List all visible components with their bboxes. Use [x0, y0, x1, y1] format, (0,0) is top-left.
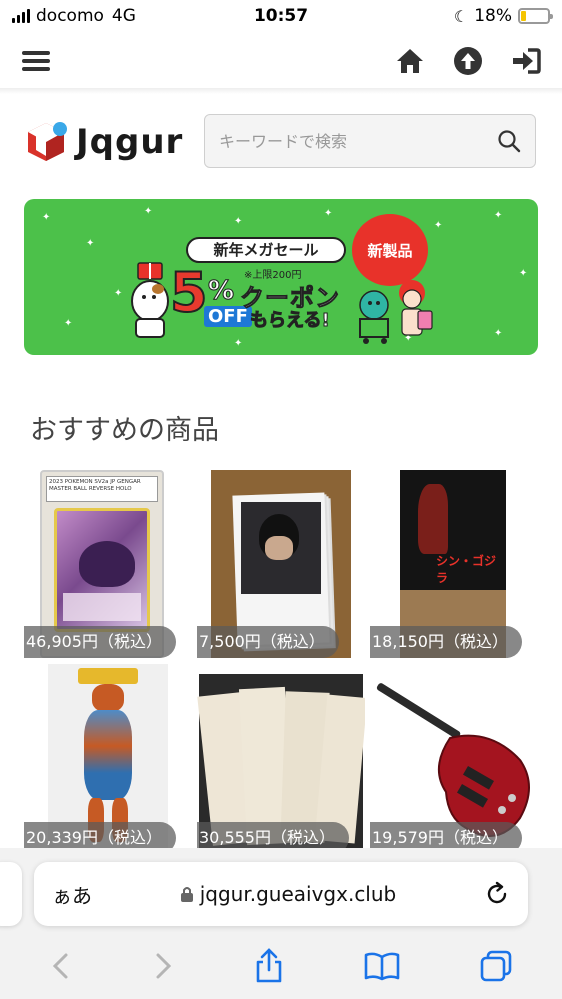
- tabs-icon[interactable]: [479, 949, 513, 983]
- cube-logo-icon: [28, 122, 67, 161]
- url-text: jqgur.gueaivgx.club: [199, 882, 397, 906]
- home-icon[interactable]: [394, 45, 426, 77]
- search-box[interactable]: [204, 114, 536, 168]
- banner-sale-tag: 新年メガセール: [186, 237, 346, 263]
- battery-percent: 18%: [474, 6, 512, 26]
- browser-toolbar: [0, 940, 562, 992]
- banner-discount-number: 5: [169, 261, 209, 324]
- forward-icon[interactable]: [151, 951, 175, 981]
- product-card[interactable]: 2023 POKEMON SV2a JP GENGAR MASTER BALL …: [24, 466, 192, 658]
- menu-icon[interactable]: [20, 45, 52, 77]
- banner-percent: %: [207, 276, 235, 307]
- search-input[interactable]: [219, 131, 497, 151]
- moon-icon: ☾: [453, 6, 469, 26]
- product-grid: 2023 POKEMON SV2a JP GENGAR MASTER BALL …: [24, 466, 538, 856]
- logo-text: Jqgur: [76, 122, 184, 162]
- banner-get-label: もらえる!: [250, 310, 331, 332]
- previous-tab-preview[interactable]: [0, 862, 22, 926]
- section-title: おすすめの商品: [30, 415, 219, 446]
- status-bar: docomo 4G 10:57 ☾ 18%: [0, 0, 562, 32]
- new-product-badge: 新製品: [352, 214, 428, 286]
- share-icon[interactable]: [253, 948, 285, 984]
- product-card[interactable]: 20,339円（税込）: [24, 662, 192, 854]
- bookmarks-icon[interactable]: [363, 951, 401, 981]
- product-price: 46,905円（税込）: [24, 626, 176, 658]
- login-icon[interactable]: [510, 45, 542, 77]
- product-price: 18,150円（税込）: [370, 626, 522, 658]
- signal-icon: [12, 9, 30, 23]
- upload-icon[interactable]: [452, 45, 484, 77]
- product-card[interactable]: 19,579円（税込）: [370, 662, 538, 854]
- product-price: 7,500円（税込）: [197, 626, 339, 658]
- reload-icon[interactable]: [484, 881, 510, 907]
- search-icon[interactable]: [497, 129, 521, 153]
- site-logo[interactable]: Jqgur: [24, 120, 183, 164]
- product-card[interactable]: 30,555円（税込）: [197, 662, 365, 854]
- network-label: 4G: [111, 6, 136, 26]
- shopper-character-icon: [359, 280, 433, 344]
- lock-icon: [180, 887, 193, 902]
- nav-divider: [0, 88, 562, 94]
- url-display[interactable]: jqgur.gueaivgx.club: [180, 882, 397, 906]
- product-card[interactable]: 7,500円（税込）: [197, 466, 365, 658]
- text-size-button[interactable]: ぁあ: [52, 880, 92, 909]
- product-card[interactable]: シン・ゴジラ 18,150円（税込）: [370, 466, 538, 658]
- battery-icon: [518, 8, 553, 24]
- top-nav: [0, 36, 562, 86]
- box-title: シン・ゴジラ: [436, 554, 497, 585]
- address-bar[interactable]: ぁあ jqgur.gueaivgx.club: [34, 862, 528, 926]
- slab-label: 2023 POKEMON SV2a JP GENGAR MASTER BALL …: [46, 476, 158, 502]
- carrier-label: docomo: [36, 6, 104, 26]
- back-icon[interactable]: [49, 951, 73, 981]
